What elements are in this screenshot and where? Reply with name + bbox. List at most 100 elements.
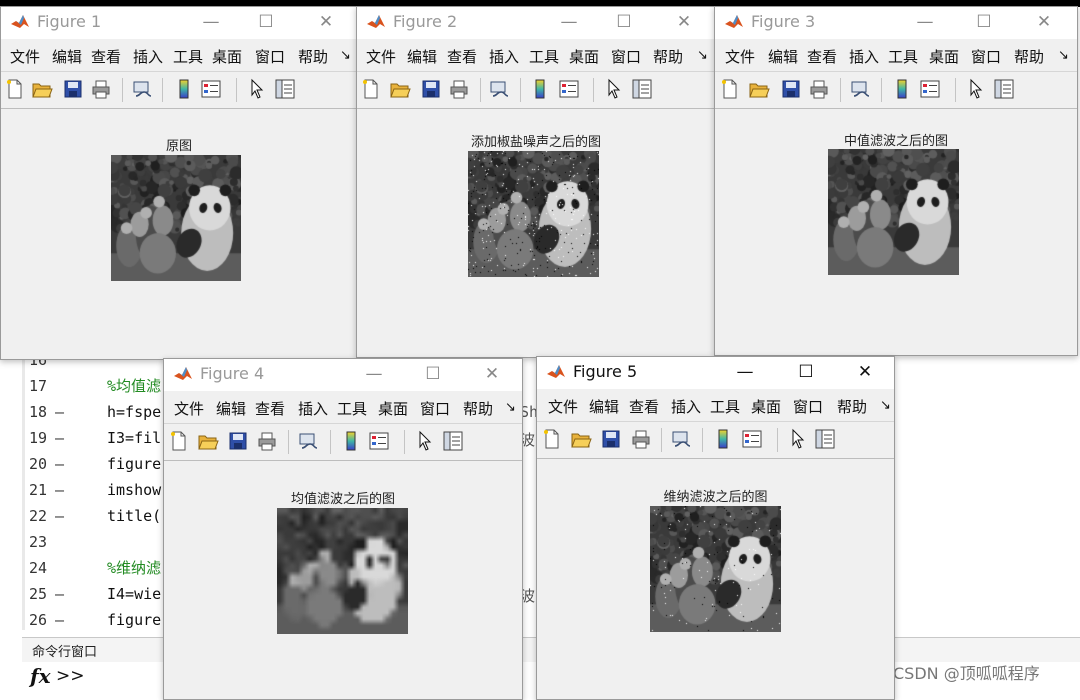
menu-item[interactable]: 查看	[91, 46, 121, 67]
menu-item[interactable]: 查看	[807, 46, 837, 67]
menu-item[interactable]: 查看	[629, 396, 659, 417]
breakpoint-dash[interactable]: –	[55, 399, 64, 425]
new-figure-icon[interactable]	[719, 78, 741, 100]
minimize-button[interactable]: —	[732, 359, 758, 385]
menu-item[interactable]: 帮助	[463, 398, 493, 419]
menu-item[interactable]: 文件	[725, 46, 755, 67]
menu-item[interactable]: 插入	[298, 398, 328, 419]
menu-item[interactable]: 工具	[710, 396, 740, 417]
edit-plot-icon[interactable]	[246, 78, 268, 100]
open-file-icon[interactable]	[197, 430, 219, 452]
insert-colorbar-icon[interactable]	[712, 428, 734, 450]
menu-item[interactable]: 工具	[529, 46, 559, 67]
menu-item[interactable]: 编辑	[52, 46, 82, 67]
save-icon[interactable]	[62, 78, 84, 100]
close-button[interactable]: ✕	[313, 9, 339, 35]
insert-legend-icon[interactable]	[368, 430, 390, 452]
menu-item[interactable]: 窗口	[611, 46, 641, 67]
minimize-button[interactable]: —	[912, 9, 938, 35]
menu-item[interactable]: 插入	[489, 46, 519, 67]
breakpoint-dash[interactable]: –	[55, 503, 64, 529]
insert-legend-icon[interactable]	[741, 428, 763, 450]
breakpoint-dash[interactable]: –	[55, 477, 64, 503]
link-plot-icon[interactable]	[670, 428, 692, 450]
new-figure-icon[interactable]	[360, 78, 382, 100]
breakpoint-dash[interactable]: –	[55, 607, 64, 633]
menu-item[interactable]: 插入	[849, 46, 879, 67]
window-titlebar[interactable]: Figure 4 — ☐ ✕	[164, 359, 522, 391]
insert-colorbar-icon[interactable]	[529, 78, 551, 100]
menu-item[interactable]: 文件	[174, 398, 204, 419]
menu-overflow-icon[interactable]: ↘	[697, 48, 708, 63]
figure-canvas[interactable]: 添加椒盐噪声之后的图	[357, 109, 715, 357]
menu-overflow-icon[interactable]: ↘	[1058, 48, 1069, 63]
property-inspector-icon[interactable]	[274, 78, 296, 100]
menu-item[interactable]: 插入	[671, 396, 701, 417]
insert-colorbar-icon[interactable]	[340, 430, 362, 452]
menu-item[interactable]: 插入	[133, 46, 163, 67]
print-icon[interactable]	[630, 428, 652, 450]
figure-window-1[interactable]: Figure 1 — ☐ ✕ 文件 编辑 查看 插入 工具 桌面 窗口 帮助 ↘ 原图	[0, 6, 358, 360]
close-button[interactable]: ✕	[852, 359, 878, 385]
menu-item[interactable]: 工具	[888, 46, 918, 67]
menu-item[interactable]: 帮助	[653, 46, 683, 67]
menu-item[interactable]: 桌面	[569, 46, 599, 67]
maximize-button[interactable]: ☐	[793, 359, 819, 385]
window-titlebar[interactable]: Figure 1 — ☐ ✕	[1, 7, 357, 39]
menu-item[interactable]: 窗口	[971, 46, 1001, 67]
insert-legend-icon[interactable]	[558, 78, 580, 100]
link-plot-icon[interactable]	[488, 78, 510, 100]
menu-item[interactable]: 帮助	[837, 396, 867, 417]
edit-plot-icon[interactable]	[787, 428, 809, 450]
edit-plot-icon[interactable]	[965, 78, 987, 100]
minimize-button[interactable]: —	[198, 9, 224, 35]
link-plot-icon[interactable]	[849, 78, 871, 100]
figure-canvas[interactable]: 原图	[1, 109, 357, 359]
edit-plot-icon[interactable]	[414, 430, 436, 452]
new-figure-icon[interactable]	[541, 428, 563, 450]
property-inspector-icon[interactable]	[442, 430, 464, 452]
open-file-icon[interactable]	[31, 78, 53, 100]
open-file-icon[interactable]	[389, 78, 411, 100]
menu-item[interactable]: 工具	[173, 46, 203, 67]
menu-item[interactable]: 编辑	[589, 396, 619, 417]
minimize-button[interactable]: —	[361, 361, 387, 387]
menu-item[interactable]: 文件	[10, 46, 40, 67]
print-icon[interactable]	[448, 78, 470, 100]
close-button[interactable]: ✕	[479, 361, 505, 387]
menu-item[interactable]: 文件	[548, 396, 578, 417]
breakpoint-dash[interactable]: –	[55, 581, 64, 607]
link-plot-icon[interactable]	[297, 430, 319, 452]
maximize-button[interactable]: ☐	[253, 9, 279, 35]
maximize-button[interactable]: ☐	[971, 9, 997, 35]
window-titlebar[interactable]: Figure 5 — ☐ ✕	[537, 357, 894, 389]
menu-item[interactable]: 工具	[337, 398, 367, 419]
insert-colorbar-icon[interactable]	[891, 78, 913, 100]
save-icon[interactable]	[420, 78, 442, 100]
insert-legend-icon[interactable]	[919, 78, 941, 100]
print-icon[interactable]	[90, 78, 112, 100]
insert-colorbar-icon[interactable]	[173, 78, 195, 100]
figure-canvas[interactable]: 中值滤波之后的图	[715, 109, 1077, 355]
figure-canvas[interactable]: 维纳滤波之后的图	[537, 459, 894, 699]
window-titlebar[interactable]: Figure 3 — ☐ ✕	[715, 7, 1077, 39]
menu-item[interactable]: 编辑	[407, 46, 437, 67]
maximize-button[interactable]: ☐	[420, 361, 446, 387]
window-titlebar[interactable]: Figure 2 — ☐ ✕	[357, 7, 715, 39]
figure-window-5[interactable]: Figure 5 — ☐ ✕ 文件 编辑 查看 插入 工具 桌面 窗口 帮助 ↘ 维纳滤波之后的图	[536, 356, 895, 700]
open-file-icon[interactable]	[570, 428, 592, 450]
menu-item[interactable]: 窗口	[255, 46, 285, 67]
figure-window-4[interactable]: Figure 4 — ☐ ✕ 文件 编辑 查看 插入 工具 桌面 窗口 帮助 ↘ 均值滤波之后的图	[163, 358, 523, 700]
link-plot-icon[interactable]	[131, 78, 153, 100]
menu-item[interactable]: 桌面	[929, 46, 959, 67]
property-inspector-icon[interactable]	[993, 78, 1015, 100]
menu-item[interactable]: 桌面	[212, 46, 242, 67]
menu-item[interactable]: 查看	[255, 398, 285, 419]
breakpoint-dash[interactable]: –	[55, 425, 64, 451]
menu-item[interactable]: 编辑	[768, 46, 798, 67]
maximize-button[interactable]: ☐	[611, 9, 637, 35]
property-inspector-icon[interactable]	[814, 428, 836, 450]
print-icon[interactable]	[808, 78, 830, 100]
new-figure-icon[interactable]	[4, 78, 26, 100]
menu-item[interactable]: 帮助	[298, 46, 328, 67]
